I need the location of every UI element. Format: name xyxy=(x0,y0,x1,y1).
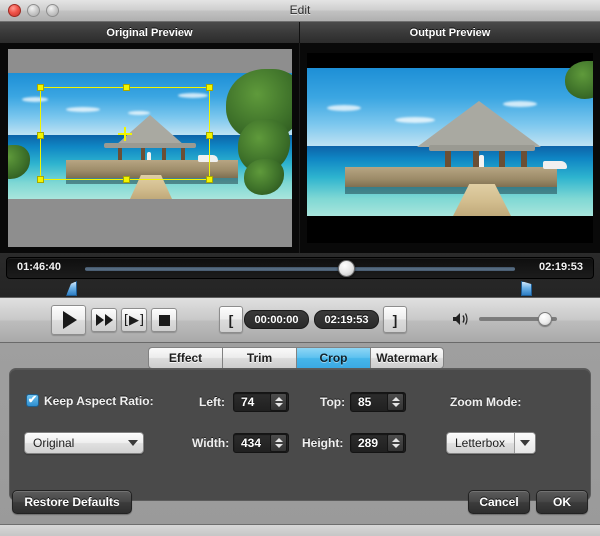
playback-control-bar: [▶] [ 00:00:00 02:19:53 ] xyxy=(0,297,600,343)
crop-handle-top-left[interactable] xyxy=(37,84,44,91)
timeline-current-time: 01:46:40 xyxy=(17,261,62,273)
output-preview-stage xyxy=(307,53,593,243)
output-preview-pane xyxy=(300,43,600,253)
tab-effect[interactable]: Effect xyxy=(148,347,222,369)
cancel-button[interactable]: Cancel xyxy=(468,490,530,514)
crop-left-stepper[interactable]: 74 xyxy=(233,392,289,412)
trim-end-marker-icon[interactable] xyxy=(521,281,532,296)
zoom-mode-value: Letterbox xyxy=(455,436,506,450)
crop-handle-top-center[interactable] xyxy=(123,84,130,91)
crop-width-stepper[interactable]: 434 xyxy=(233,433,289,453)
original-preview-stage[interactable] xyxy=(8,49,292,247)
tab-watermark[interactable]: Watermark xyxy=(370,347,444,369)
chevron-down-icon[interactable] xyxy=(514,433,535,453)
crop-height-label: Height: xyxy=(302,436,344,450)
original-preview-header: Original Preview xyxy=(0,22,300,43)
frame-step-button[interactable]: [▶] xyxy=(121,308,147,332)
tab-trim[interactable]: Trim xyxy=(222,347,296,369)
stop-button[interactable] xyxy=(151,308,177,332)
crop-handle-middle-right[interactable] xyxy=(206,132,213,139)
window-title: Edit xyxy=(289,3,311,17)
timeline-track[interactable] xyxy=(85,267,515,271)
timeline-area: 01:46:40 02:19:53 xyxy=(0,253,600,297)
timeline-bar[interactable]: 01:46:40 02:19:53 xyxy=(6,257,594,279)
volume-knob-icon[interactable] xyxy=(538,312,552,326)
zoom-mode-dropdown[interactable]: Letterbox xyxy=(446,432,536,454)
crop-top-stepper[interactable]: 85 xyxy=(350,392,406,412)
timeline-playhead-knob[interactable] xyxy=(338,260,355,277)
crop-handle-bottom-left[interactable] xyxy=(37,176,44,183)
bracket-open-icon: [ xyxy=(228,311,234,328)
restore-defaults-button[interactable]: Restore Defaults xyxy=(12,490,132,514)
play-button[interactable] xyxy=(51,305,86,335)
crop-width-label: Width: xyxy=(192,436,230,450)
stepper-arrows-icon[interactable] xyxy=(387,434,404,452)
play-icon xyxy=(63,311,77,329)
frame-step-icon: [▶] xyxy=(123,312,145,328)
fast-forward-icon xyxy=(95,314,113,326)
stepper-arrows-icon[interactable] xyxy=(387,393,404,411)
timeline-total-time: 02:19:53 xyxy=(538,261,583,273)
set-trim-end-button[interactable]: ] xyxy=(383,306,407,333)
crop-width-value: 434 xyxy=(241,436,262,450)
trim-start-marker-icon[interactable] xyxy=(66,281,77,296)
tab-bar: Effect Trim Crop Watermark xyxy=(148,347,444,369)
zoom-mode-label: Zoom Mode: xyxy=(450,395,522,409)
output-video-frame xyxy=(307,53,593,243)
crop-handle-middle-left[interactable] xyxy=(37,132,44,139)
stop-icon xyxy=(158,314,170,326)
crop-handle-bottom-center[interactable] xyxy=(123,176,130,183)
crop-handle-top-right[interactable] xyxy=(206,84,213,91)
trim-start-time-field[interactable]: 00:00:00 xyxy=(244,310,309,329)
crop-top-label: Top: xyxy=(320,395,346,409)
crop-left-label: Left: xyxy=(199,395,225,409)
stepper-arrows-icon[interactable] xyxy=(270,434,287,452)
original-preview-pane[interactable] xyxy=(0,43,300,253)
bracket-close-icon: ] xyxy=(392,311,398,328)
trim-end-time-field[interactable]: 02:19:53 xyxy=(314,310,379,329)
chevron-down-icon xyxy=(123,433,143,453)
title-bar: Edit xyxy=(0,0,600,22)
aspect-ratio-value: Original xyxy=(33,436,75,450)
crop-height-stepper[interactable]: 289 xyxy=(350,433,406,453)
volume-icon[interactable] xyxy=(452,311,470,327)
crop-top-value: 85 xyxy=(358,395,372,409)
window-bottom-strip xyxy=(0,524,600,536)
stepper-arrows-icon[interactable] xyxy=(270,393,287,411)
ok-button[interactable]: OK xyxy=(536,490,588,514)
edit-window: Edit Original Preview Output Preview 01:… xyxy=(0,0,600,536)
keep-aspect-ratio-label: Keep Aspect Ratio: xyxy=(44,394,154,408)
tab-crop[interactable]: Crop xyxy=(296,347,370,369)
checkmark-icon: ✔ xyxy=(27,394,38,406)
aspect-ratio-dropdown[interactable]: Original xyxy=(24,432,144,454)
crop-center-crosshair-icon xyxy=(118,127,132,141)
crop-height-value: 289 xyxy=(358,436,379,450)
output-preview-header: Output Preview xyxy=(300,22,600,43)
crop-handle-bottom-right[interactable] xyxy=(206,176,213,183)
keep-aspect-ratio-checkbox[interactable]: ✔ xyxy=(26,394,39,407)
fast-forward-button[interactable] xyxy=(91,308,117,332)
crop-left-value: 74 xyxy=(241,395,255,409)
original-video-frame xyxy=(8,49,292,247)
set-trim-start-button[interactable]: [ xyxy=(219,306,243,333)
